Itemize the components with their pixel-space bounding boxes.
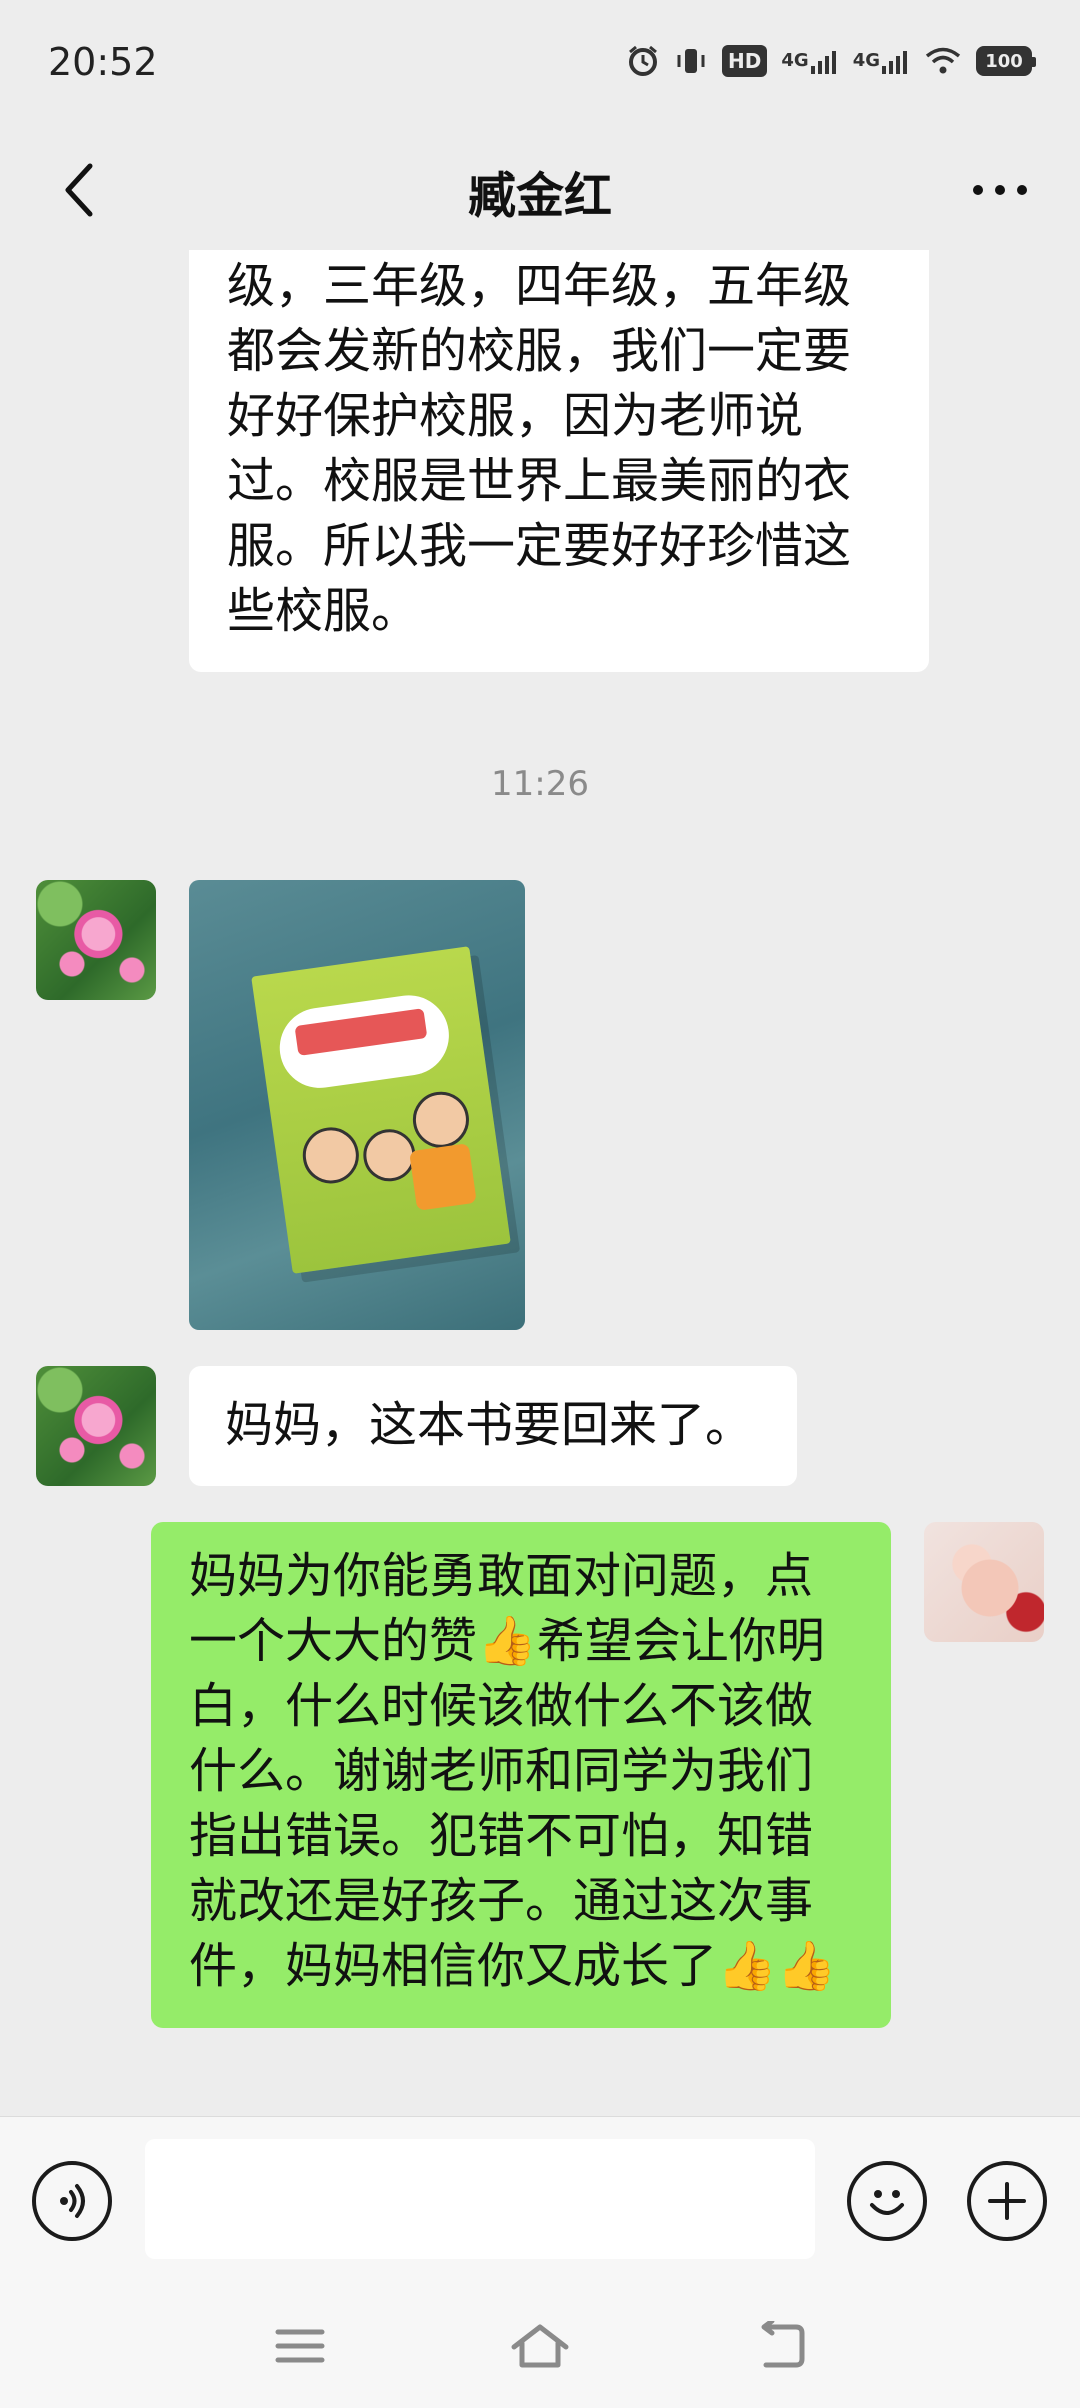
chat-header: 臧金红: [0, 130, 1080, 250]
signal-icon-sim1: 4G: [781, 48, 838, 74]
alarm-icon: [626, 44, 660, 78]
more-options-button[interactable]: [950, 150, 1050, 230]
input-bar: [0, 2116, 1080, 2285]
more-functions-button[interactable]: [967, 2161, 1047, 2241]
recent-apps-button[interactable]: [255, 2306, 345, 2386]
image-message[interactable]: [189, 880, 525, 1330]
menu-icon: [275, 2329, 325, 2363]
message-bubble-incoming[interactable]: 妈妈，这本书要回来了。: [189, 1366, 797, 1486]
back-icon: [761, 2321, 805, 2368]
more-dot-icon: [995, 185, 1005, 195]
message-text: 妈妈，这本书要回来了。: [225, 1397, 754, 1453]
sim1-network-label: 4G: [781, 50, 809, 71]
sim2-network-label: 4G: [852, 50, 880, 71]
vibrate-icon: [674, 44, 708, 78]
message-list[interactable]: 级，三年级，四年级，五年级 都会发新的校服，我们一定要 好好保护校服，因为老师说…: [0, 250, 1080, 2116]
voice-icon: [60, 2184, 85, 2218]
my-avatar[interactable]: [924, 1522, 1044, 1642]
home-button[interactable]: [495, 2306, 585, 2386]
voice-input-button[interactable]: [32, 2161, 112, 2241]
message-timestamp: 11:26: [491, 764, 589, 804]
home-icon: [511, 2324, 569, 2368]
contact-avatar[interactable]: [36, 880, 156, 1000]
contact-avatar[interactable]: [36, 1366, 156, 1486]
hd-badge: HD: [722, 45, 768, 77]
wifi-icon: [924, 46, 962, 76]
message-text: 级，三年级，四年级，五年级 都会发新的校服，我们一定要 好好保护校服，因为老师说…: [227, 258, 852, 639]
chat-title: 臧金红: [467, 168, 612, 224]
emoji-button[interactable]: [847, 2161, 927, 2241]
battery-level: 100: [985, 50, 1023, 72]
status-icons: HD 4G 4G 100: [626, 44, 1036, 78]
book-photo: [251, 946, 511, 1274]
status-time: 20:52: [48, 40, 158, 84]
message-text: 妈妈为你能勇敢面对问题，点 一个大大的赞👍希望会让你明 白，什么时候该做什么不该…: [189, 1548, 837, 1994]
status-bar: 20:52 HD 4G 4G 100: [0, 0, 1080, 130]
emoji-icon: [870, 2190, 904, 2215]
back-nav-button[interactable]: [735, 2306, 825, 2386]
message-input[interactable]: [145, 2139, 815, 2259]
message-bubble-incoming[interactable]: 级，三年级，四年级，五年级 都会发新的校服，我们一定要 好好保护校服，因为老师说…: [189, 250, 929, 672]
signal-icon-sim2: 4G: [853, 48, 910, 74]
more-dot-icon: [1017, 185, 1027, 195]
message-bubble-outgoing[interactable]: 妈妈为你能勇敢面对问题，点 一个大大的赞👍希望会让你明 白，什么时候该做什么不该…: [151, 1522, 891, 2028]
system-navigation-bar: [0, 2284, 1080, 2408]
battery-icon: 100: [976, 46, 1036, 76]
more-dot-icon: [973, 185, 983, 195]
plus-icon: [988, 2182, 1026, 2220]
